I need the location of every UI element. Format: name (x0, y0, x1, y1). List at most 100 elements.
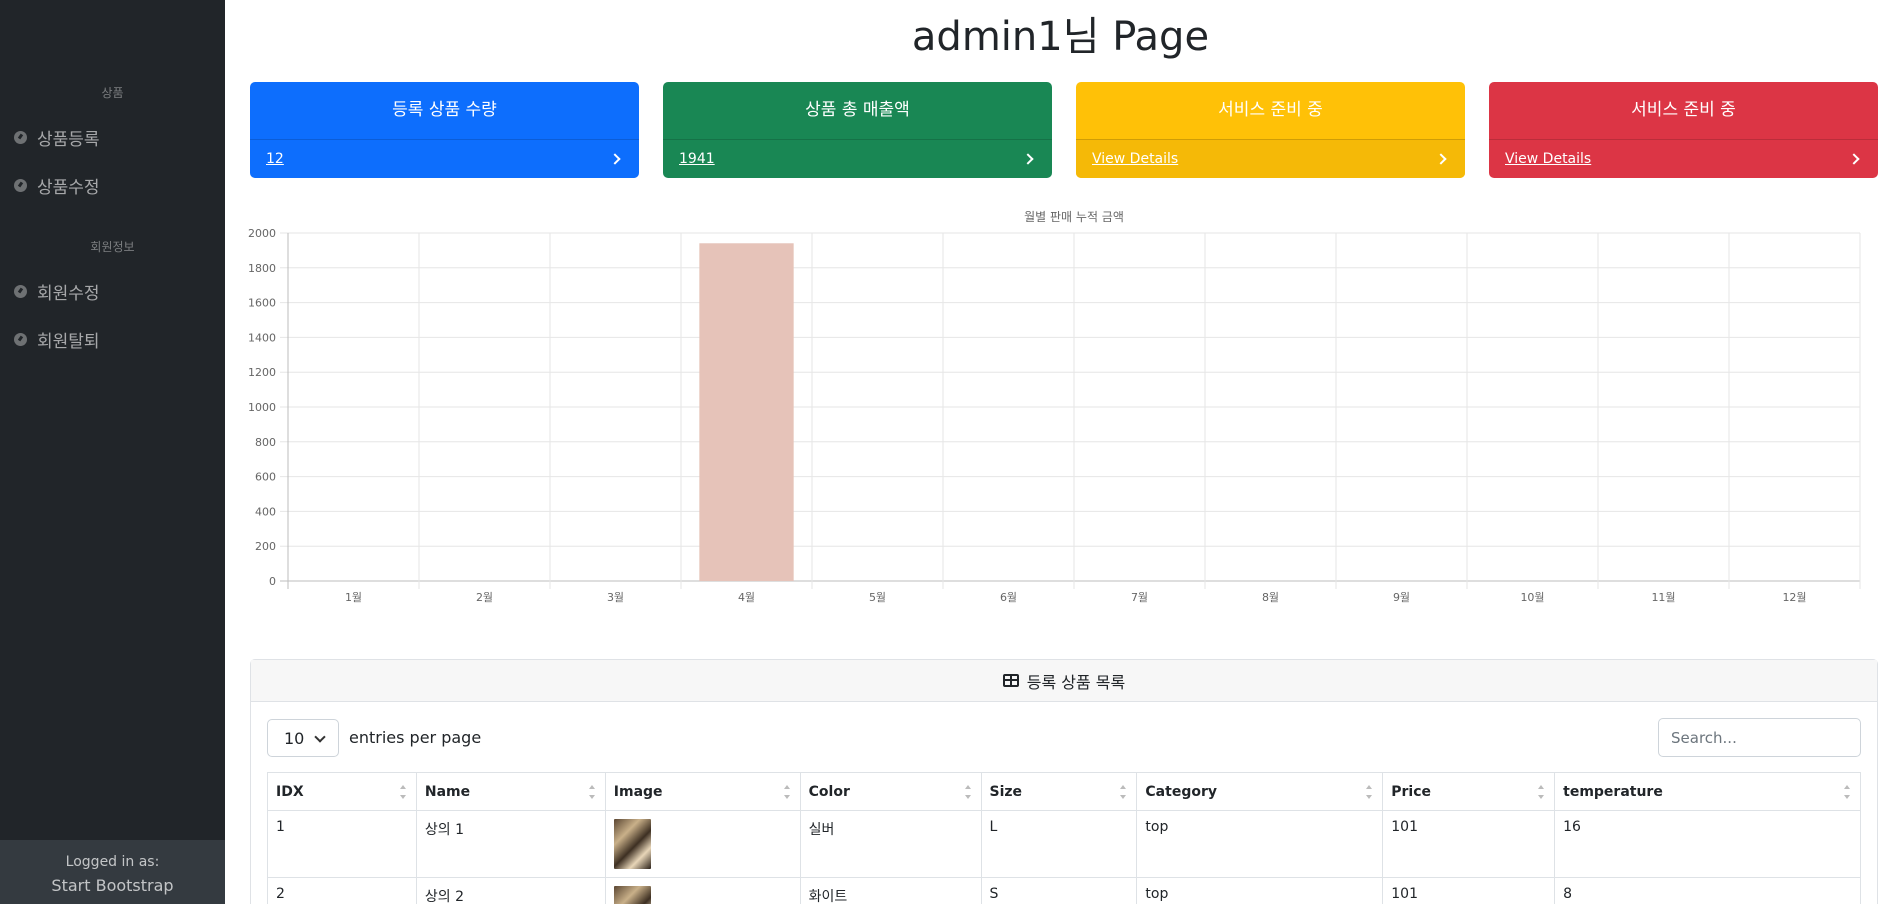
table-row[interactable]: 1 상의 1 실버 L top 101 16 (267, 810, 1861, 878)
product-table: IDX Name Image Color Size Category Price… (267, 772, 1861, 904)
cell-color: 화이트 (799, 877, 982, 904)
entries-value: 10 (284, 728, 305, 748)
y-tick-label: 200 (255, 540, 276, 553)
x-tick-label: 2월 (476, 591, 493, 604)
sidebar-item-member-withdraw[interactable]: 회원탈퇴 (14, 327, 100, 352)
x-tick-label: 9월 (1393, 591, 1410, 604)
column-header-idx[interactable]: IDX (267, 772, 417, 811)
chevron-right-icon[interactable] (609, 153, 621, 165)
card-footer: 1941 (663, 139, 1052, 178)
sidebar-footer: Logged in as: Start Bootstrap (0, 840, 225, 904)
sidebar-item-label: 상품수정 (37, 178, 100, 198)
sidebar-item-label: 상품등록 (37, 130, 100, 150)
card-product-count: 등록 상품 수량 12 (250, 82, 639, 178)
logged-in-label: Logged in as: (65, 854, 160, 870)
cell-idx: 2 (267, 877, 417, 904)
sidebar-item-product-edit[interactable]: 상품수정 (14, 173, 100, 198)
x-tick-label: 4월 (738, 591, 755, 604)
card-footer: 12 (250, 139, 639, 178)
chevron-right-icon[interactable] (1848, 153, 1860, 165)
x-tick-label: 7월 (1131, 591, 1148, 604)
y-tick-label: 1800 (248, 262, 276, 275)
sort-icon (399, 785, 406, 799)
x-tick-label: 5월 (869, 591, 886, 604)
table-icon (1002, 674, 1019, 687)
card-link[interactable]: 1941 (679, 151, 715, 167)
search-input[interactable] (1658, 718, 1861, 757)
chart-svg: 월별 판매 누적 금액 0 200 400 600 800 1000 1200 1400 1600… (248, 210, 1861, 604)
entries-per-page-select[interactable]: 10 (267, 719, 339, 757)
column-header-image[interactable]: Image (604, 772, 801, 811)
cell-name: 상의 2 (415, 877, 606, 904)
column-header-color[interactable]: Color (799, 772, 982, 811)
speedometer-icon (14, 179, 27, 192)
cell-image (604, 810, 801, 878)
y-tick-label: 400 (255, 505, 276, 518)
sidebar-item-product-register[interactable]: 상품등록 (14, 125, 100, 150)
sidebar: 상품 상품등록 상품수정 회원정보 회원수정 회원탈퇴 Logged in as… (0, 0, 225, 904)
card-title: 상품 총 매출액 (805, 100, 910, 120)
y-tick-label: 1400 (248, 331, 276, 344)
sidebar-heading-product: 상품 (101, 86, 124, 100)
cell-category: top (1136, 877, 1384, 904)
x-tick-label: 6월 (1000, 591, 1017, 604)
column-header-name[interactable]: Name (415, 772, 606, 811)
card-link[interactable]: 12 (266, 151, 284, 167)
view-details-link[interactable]: View Details (1092, 151, 1178, 167)
cell-price: 101 (1382, 810, 1556, 878)
table-header-row: IDX Name Image Color Size Category Price… (267, 772, 1861, 811)
entries-label: entries per page (349, 728, 482, 747)
product-thumbnail[interactable] (613, 886, 651, 904)
chart-title: 월별 판매 누적 금액 (1024, 210, 1124, 224)
speedometer-icon (14, 285, 27, 298)
cell-temperature: 8 (1554, 877, 1861, 904)
y-tick-label: 2000 (248, 227, 276, 240)
x-tick-label: 10월 (1520, 591, 1544, 604)
sort-icon (1538, 785, 1545, 799)
card-footer: View Details (1076, 139, 1465, 178)
cell-price: 101 (1382, 877, 1556, 904)
page-title: admin1님 Page (911, 14, 1210, 60)
x-tick-label: 8월 (1262, 591, 1279, 604)
column-header-size[interactable]: Size (980, 772, 1138, 811)
sidebar-heading-member: 회원정보 (90, 240, 135, 254)
sidebar-item-label: 회원탈퇴 (37, 332, 100, 352)
card-title: 서비스 준비 중 (1631, 100, 1736, 120)
cell-temperature: 16 (1554, 810, 1861, 878)
column-header-price[interactable]: Price (1382, 772, 1556, 811)
product-thumbnail[interactable] (613, 819, 651, 869)
cell-color: 실버 (799, 810, 982, 878)
sort-icon (964, 785, 971, 799)
product-list-title: 등록 상품 목록 (1026, 672, 1126, 692)
chevron-right-icon[interactable] (1435, 153, 1447, 165)
card-coming-soon-1: 서비스 준비 중 View Details (1076, 82, 1465, 178)
view-details-link[interactable]: View Details (1505, 151, 1591, 167)
y-tick-label: 1600 (248, 297, 276, 310)
card-footer: View Details (1489, 139, 1878, 178)
column-header-category[interactable]: Category (1136, 772, 1384, 811)
sort-icon (1366, 785, 1373, 799)
product-list-header: 등록 상품 목록 (251, 660, 1877, 702)
cell-size: L (980, 810, 1138, 878)
cell-category: top (1136, 810, 1384, 878)
y-tick-label: 1000 (248, 401, 276, 414)
cell-name: 상의 1 (415, 810, 606, 878)
column-header-temperature[interactable]: temperature (1554, 772, 1861, 811)
x-tick-label: 3월 (607, 591, 624, 604)
speedometer-icon (14, 131, 27, 144)
logged-in-user: Start Bootstrap (51, 876, 174, 895)
x-tick-label: 11월 (1651, 591, 1675, 604)
table-row[interactable]: 2 상의 2 화이트 S top 101 8 (267, 877, 1861, 904)
cell-image (604, 877, 801, 904)
cell-size: S (980, 877, 1138, 904)
monthly-sales-chart: 월별 판매 누적 금액 0 200 400 600 800 1000 1200 1400 1600… (240, 205, 1880, 605)
product-list-card: 등록 상품 목록 10 entries per page IDX Name Im… (250, 659, 1878, 904)
card-title: 등록 상품 수량 (392, 100, 497, 120)
sidebar-item-member-edit[interactable]: 회원수정 (14, 279, 100, 304)
y-tick-label: 0 (269, 575, 276, 588)
sort-icon (783, 785, 790, 799)
x-tick-label: 12월 (1782, 591, 1806, 604)
sort-icon (1120, 785, 1127, 799)
chevron-right-icon[interactable] (1022, 153, 1034, 165)
card-coming-soon-2: 서비스 준비 중 View Details (1489, 82, 1878, 178)
